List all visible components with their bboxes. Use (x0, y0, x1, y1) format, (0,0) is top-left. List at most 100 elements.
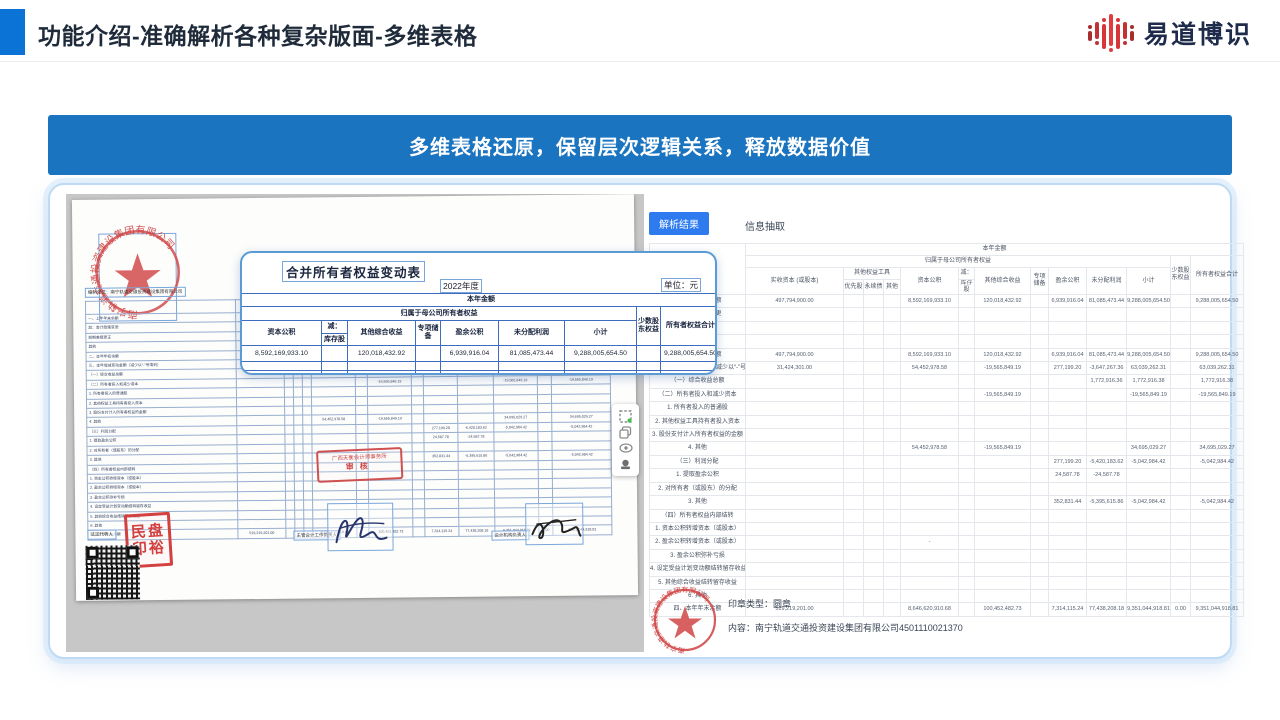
table-cell (844, 549, 864, 562)
table-cell (746, 549, 844, 562)
col-capital-reserve: 资本公积 (901, 268, 959, 295)
result-row: 其他 (650, 335, 1244, 348)
table-cell (864, 308, 884, 321)
table-cell: 54,452,978.58 (312, 415, 356, 425)
table-cell (746, 469, 844, 482)
table-cell (412, 414, 424, 424)
table-cell (304, 500, 313, 509)
row-label: （四）所有者权益内部结转 (650, 509, 746, 522)
table-cell (303, 453, 312, 462)
table-cell (975, 335, 1031, 348)
table-cell (494, 441, 538, 451)
col-oci: 其他综合收益 (975, 268, 1031, 295)
table-cell (864, 469, 884, 482)
seal-type-line: 印章类型：圆章 (728, 597, 791, 610)
table-cell (975, 522, 1031, 535)
table-cell (1087, 509, 1127, 522)
table-cell (844, 455, 864, 468)
table-cell (441, 362, 499, 371)
minority-header: 少数股东权益 (1171, 256, 1191, 295)
table-cell: 77,438,208.18 (1087, 603, 1127, 616)
table-cell (901, 321, 959, 334)
table-cell (457, 395, 493, 405)
table-cell (959, 509, 975, 522)
table-cell (285, 425, 294, 434)
table-cell: 120,018,432.92 (975, 348, 1031, 361)
table-cell (499, 362, 565, 371)
logo-bar (1102, 18, 1106, 49)
table-cell (1191, 589, 1244, 602)
seal-content-value: 南宁轨道交通投资建设集团有限公司4501110021370 (755, 623, 963, 633)
table-cell (901, 589, 959, 602)
table-cell: 34,695,029.27 (1127, 442, 1171, 455)
tab-parse-result[interactable]: 解析结果 (649, 212, 709, 235)
parsed-result-table[interactable]: 本年金额 归属于母公司所有者权益 少数股东权益 所有者权益合计 实收资本 (或股… (649, 243, 1243, 617)
table-cell (286, 510, 295, 519)
table-cell (1087, 402, 1127, 415)
table-cell (294, 472, 303, 481)
result-row: 4. 其他54,452,978.58-19,565,849.1934,695,0… (650, 442, 1244, 455)
table-cell: -19,565,849.19 (367, 377, 411, 387)
table-cell (975, 321, 1031, 334)
table-cell: 9,288,005,654.50 (661, 346, 718, 362)
table-cell (458, 442, 494, 452)
table-cell (1049, 402, 1087, 415)
table-cell: 34,695,029.27 (494, 413, 538, 423)
table-cell (1087, 589, 1127, 602)
table-cell (1031, 576, 1049, 589)
table-cell (884, 509, 901, 522)
select-region-icon[interactable] (618, 409, 633, 424)
stamp-tool-icon[interactable] (618, 457, 633, 472)
table-cell (1049, 442, 1087, 455)
table-cell: 9,288,005,654.50 (1127, 348, 1171, 361)
table-cell (1031, 321, 1049, 334)
table-cell (959, 482, 975, 495)
table-cell (1171, 308, 1191, 321)
table-cell (959, 308, 975, 321)
table-cell: -5,395,615.86 (458, 451, 494, 461)
table-cell: 277,199.20 (1049, 455, 1087, 468)
callout-empty-row (242, 362, 718, 371)
table-cell (901, 549, 959, 562)
table-cell (1049, 589, 1087, 602)
table-cell: -5,420,183.62 (1087, 455, 1127, 468)
table-cell (959, 576, 975, 589)
table-cell (864, 563, 884, 576)
table-cell (959, 455, 975, 468)
table-cell (537, 385, 551, 395)
table-cell (746, 442, 844, 455)
table-cell (304, 519, 313, 529)
col-other-instruments: 其他权益工具 (844, 268, 901, 280)
title-accent-bar (0, 9, 25, 55)
result-row: 1. 资本公积转增资本（或股本） (650, 522, 1244, 535)
table-cell (412, 471, 424, 481)
eye-icon[interactable] (618, 441, 633, 456)
logo-bar (1123, 22, 1127, 45)
table-cell (1171, 482, 1191, 495)
table-cell (864, 496, 884, 509)
table-cell (1127, 308, 1171, 321)
table-cell (1087, 563, 1127, 576)
table-cell (844, 388, 864, 401)
table-cell: 63,039,262.31 (1127, 362, 1171, 375)
table-cell (864, 522, 884, 535)
table-cell: 9,288,005,654.50 (1127, 295, 1171, 308)
row-label: 4. 设定受益计划变动额结转留存收益 (650, 563, 746, 576)
table-cell (1049, 308, 1087, 321)
signature-image-2 (526, 504, 584, 547)
table-cell (884, 603, 901, 616)
table-cell (661, 362, 718, 371)
table-cell (238, 519, 286, 529)
tab-info-extract[interactable]: 信息抽取 (739, 217, 791, 234)
table-cell (286, 500, 295, 509)
callout-col-capital-reserve: 资本公积 (242, 321, 322, 346)
copy-icon[interactable] (618, 425, 633, 440)
table-cell (412, 461, 424, 471)
table-cell (303, 462, 312, 471)
table-cell: 6,939,916.04 (441, 346, 499, 362)
table-cell (459, 508, 495, 518)
table-cell: 9,288,005,654.50 (565, 346, 637, 362)
table-cell: 519,219,201.00 (238, 529, 286, 539)
logo-bar (1095, 22, 1099, 45)
table-cell: 8,592,169,933.10 (901, 348, 959, 361)
